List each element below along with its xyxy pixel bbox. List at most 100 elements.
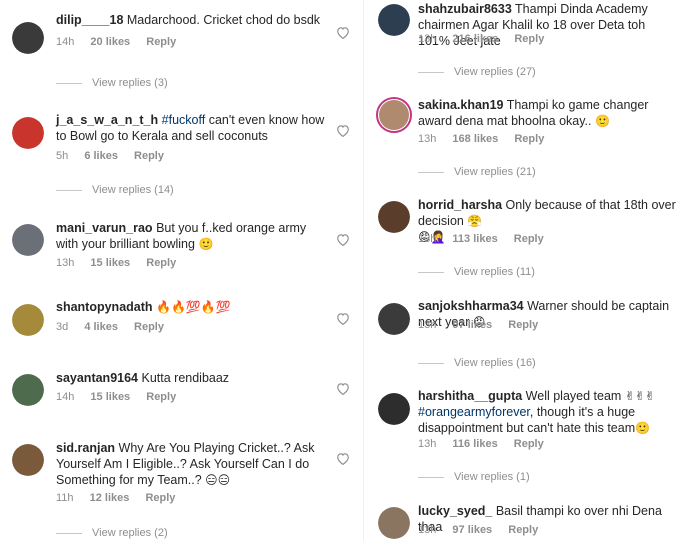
replies-divider	[418, 71, 444, 73]
reply-button[interactable]: Reply	[508, 524, 538, 536]
avatar[interactable]	[378, 507, 410, 539]
view-replies-button[interactable]: View replies (16)	[418, 357, 536, 369]
emoji: 🙂	[198, 237, 214, 251]
avatar[interactable]	[378, 4, 410, 36]
likes-count[interactable]: 12 likes	[90, 492, 130, 504]
reply-button[interactable]: Reply	[514, 33, 544, 45]
view-replies-button[interactable]: View replies (11)	[418, 266, 535, 278]
comment-text: mani_varun_rao But you f..ked orange arm…	[56, 221, 307, 251]
username[interactable]: shahzubair8633	[418, 2, 512, 16]
avatar[interactable]	[12, 304, 44, 336]
comment-time: 13h	[418, 133, 437, 145]
comment-text: sid.ranjan Why Are You Playing Cricket..…	[56, 441, 315, 487]
reply-button[interactable]: Reply	[146, 391, 176, 403]
emoji: ✌✌✌	[624, 389, 655, 403]
likes-count[interactable]: 6 likes	[84, 150, 118, 162]
likes-count[interactable]: 113 likes	[452, 233, 497, 245]
avatar[interactable]	[378, 303, 410, 335]
view-replies-button[interactable]: View replies (1)	[418, 471, 530, 483]
view-replies-button[interactable]: View replies (14)	[56, 184, 174, 196]
comment-meta: 13h 168 likes Reply	[418, 133, 557, 145]
avatar[interactable]	[12, 117, 44, 149]
replies-divider	[56, 189, 82, 191]
replies-divider	[418, 362, 444, 364]
view-replies-button[interactable]: View replies (21)	[418, 166, 536, 178]
likes-count[interactable]: 20 likes	[90, 36, 130, 48]
avatar[interactable]	[12, 374, 44, 406]
comment-meta: 13h 15 likes Reply	[56, 257, 189, 269]
avatar[interactable]	[12, 22, 44, 54]
comment-meta: 14h 15 likes Reply	[56, 391, 189, 403]
reply-button[interactable]: Reply	[508, 319, 538, 331]
comment-time: 13h	[418, 319, 437, 331]
username[interactable]: sakina.khan19	[418, 98, 503, 112]
heart-icon[interactable]	[336, 382, 350, 395]
avatar[interactable]	[376, 97, 412, 133]
comment-meta: 13h 116 likes Reply	[418, 438, 557, 450]
hashtag-link[interactable]: #orangearmyforever	[418, 405, 530, 419]
likes-count[interactable]: 97 likes	[452, 319, 492, 331]
comment-time: 11h	[56, 492, 74, 504]
reply-button[interactable]: Reply	[134, 150, 164, 162]
username[interactable]: sid.ranjan	[56, 441, 115, 455]
username[interactable]: sanjokshharma34	[418, 299, 524, 313]
reply-button[interactable]: Reply	[146, 36, 176, 48]
view-replies-button[interactable]: View replies (2)	[56, 527, 168, 539]
username[interactable]: mani_varun_rao	[56, 221, 153, 235]
comment-meta: 14h 20 likes Reply	[56, 36, 189, 48]
username[interactable]: sayantan9164	[56, 371, 138, 385]
comment-time: 3d	[56, 321, 69, 333]
likes-count[interactable]: 15 likes	[90, 257, 130, 269]
emoji: 😑😑	[205, 473, 231, 487]
username[interactable]: shantopynadath	[56, 300, 153, 314]
emoji: 🙂	[635, 421, 651, 435]
replies-divider	[418, 476, 444, 478]
heart-icon[interactable]	[336, 452, 350, 465]
emoji: 🙂	[594, 114, 610, 128]
view-replies-button[interactable]: View replies (3)	[56, 77, 168, 89]
comment-meta: 5h 6 likes Reply	[56, 150, 177, 162]
comment-time: 14h	[56, 36, 75, 48]
heart-icon[interactable]	[336, 233, 350, 246]
hashtag-link[interactable]: #fuckoff	[162, 113, 206, 127]
reply-button[interactable]: Reply	[514, 438, 544, 450]
comment-meta: 13h 97 likes Reply	[418, 524, 551, 536]
replies-divider	[418, 171, 444, 173]
comment-time: 13h	[418, 233, 437, 245]
comment-time: 14h	[56, 391, 75, 403]
reply-button[interactable]: Reply	[134, 321, 164, 333]
reply-button[interactable]: Reply	[145, 492, 175, 504]
username[interactable]: j_a_s_w_a_n_t_h	[56, 113, 158, 127]
reply-button[interactable]: Reply	[514, 133, 544, 145]
replies-divider	[56, 82, 82, 84]
comment-text: dilip____18 Madarchood. Cricket chod do …	[56, 13, 321, 27]
view-replies-button[interactable]: View replies (27)	[418, 66, 536, 78]
comment-time: 13h	[56, 257, 75, 269]
avatar[interactable]	[12, 224, 44, 256]
likes-count[interactable]: 216 likes	[452, 33, 498, 45]
heart-icon[interactable]	[336, 124, 350, 137]
comment-text: shantopynadath 🔥🔥💯🔥💯	[56, 299, 326, 315]
username[interactable]: horrid_harsha	[418, 198, 502, 212]
likes-count[interactable]: 97 likes	[452, 524, 492, 536]
avatar[interactable]	[378, 393, 410, 425]
heart-icon[interactable]	[336, 312, 350, 325]
comment-time: 13h	[418, 33, 437, 45]
likes-count[interactable]: 4 likes	[84, 321, 118, 333]
comment-meta: 13h 113 likes Reply	[418, 233, 557, 245]
username[interactable]: lucky_syed_	[418, 504, 492, 518]
likes-count[interactable]: 168 likes	[452, 133, 498, 145]
heart-icon[interactable]	[336, 26, 350, 39]
avatar[interactable]	[12, 444, 44, 476]
comment-time: 13h	[418, 524, 437, 536]
avatar[interactable]	[378, 201, 410, 233]
comment-time: 5h	[56, 150, 69, 162]
username[interactable]: dilip____18	[56, 13, 123, 27]
reply-button[interactable]: Reply	[514, 233, 544, 245]
likes-count[interactable]: 15 likes	[90, 391, 130, 403]
likes-count[interactable]: 116 likes	[452, 438, 497, 450]
comment-meta: 3d 4 likes Reply	[56, 321, 177, 333]
comment-time: 13h	[418, 438, 437, 450]
reply-button[interactable]: Reply	[146, 257, 176, 269]
username[interactable]: harshitha__gupta	[418, 389, 522, 403]
